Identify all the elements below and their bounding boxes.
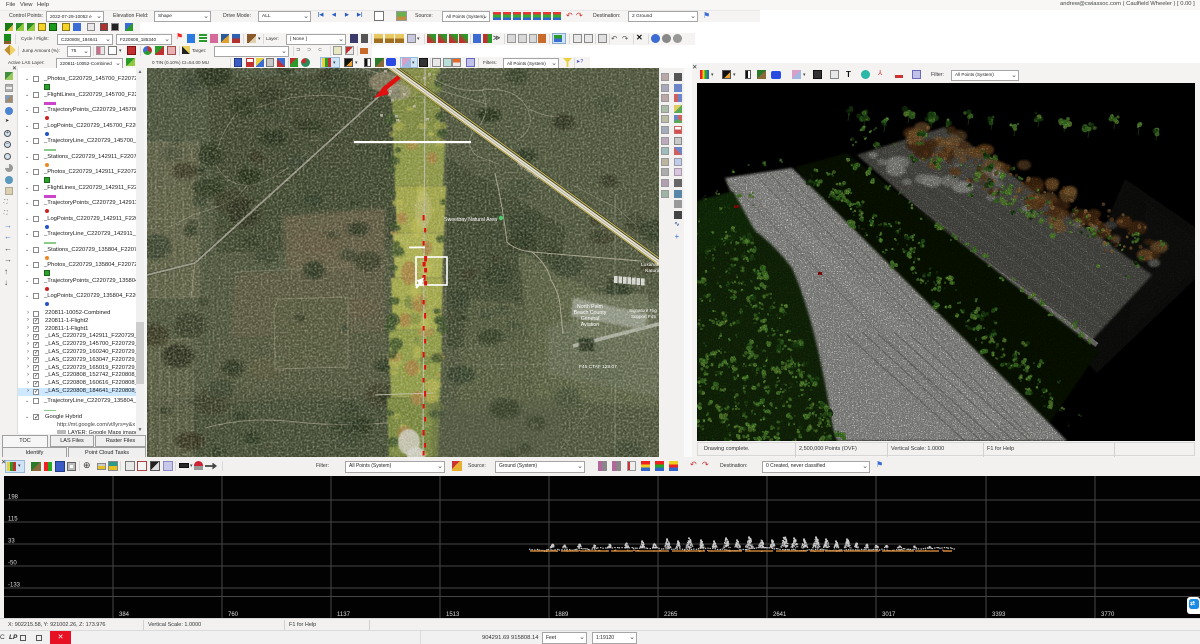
- svg-text:Natura: Natura: [645, 268, 659, 274]
- svg-text:-50: -50: [8, 561, 17, 567]
- svg-text:Aviation: Aviation: [581, 322, 599, 328]
- svg-text:-133: -133: [8, 583, 21, 589]
- svg-text:Sweetbay Natural Area: Sweetbay Natural Area: [444, 217, 497, 223]
- svg-text:33: 33: [8, 539, 15, 545]
- svg-text:Signature Flig: Signature Flig: [629, 308, 657, 313]
- svg-text:Support F45: Support F45: [631, 314, 656, 319]
- svg-text:115: 115: [8, 517, 18, 523]
- svg-text:Loxahatchee: Loxahatchee: [641, 262, 659, 268]
- svg-text:F45 CTAF 123.07: F45 CTAF 123.07: [579, 364, 617, 370]
- svg-text:198: 198: [8, 495, 19, 501]
